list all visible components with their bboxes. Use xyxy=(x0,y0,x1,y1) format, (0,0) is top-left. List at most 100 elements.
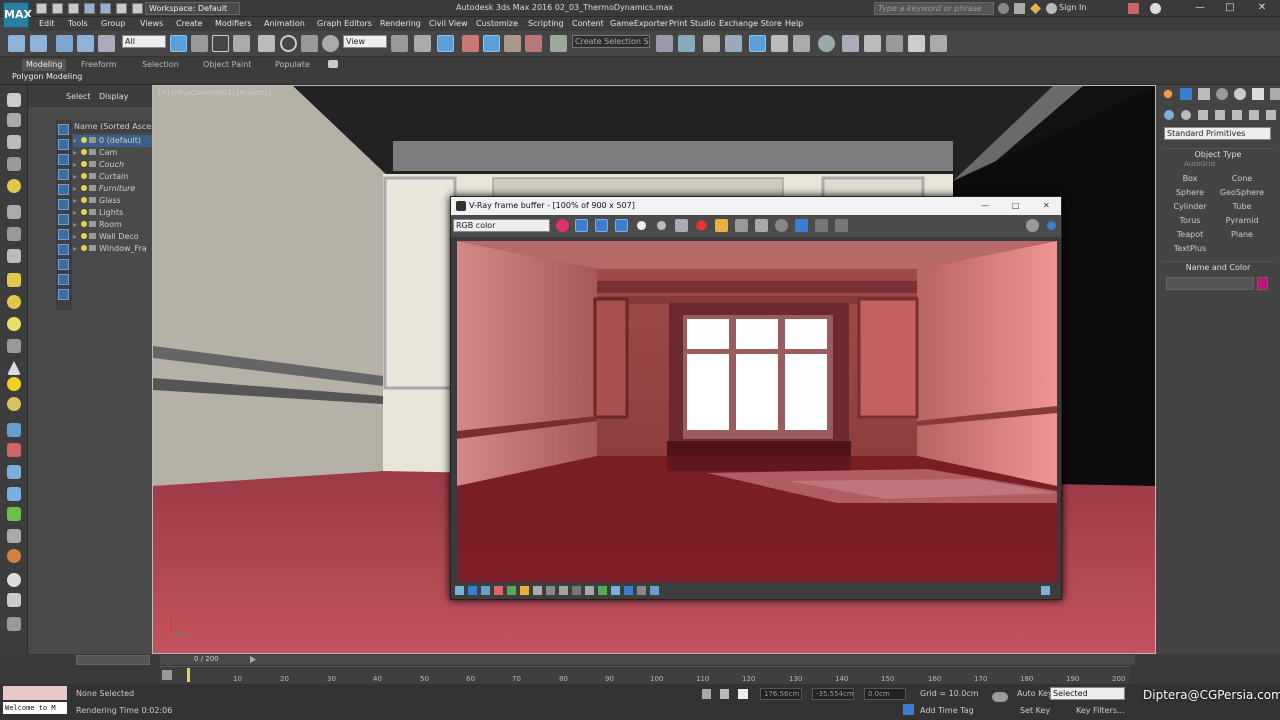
utilities-panel-icon[interactable] xyxy=(1252,88,1264,100)
workspace-dropdown[interactable]: Workspace: Default xyxy=(145,2,240,15)
list-icon[interactable] xyxy=(7,135,21,149)
object-type-rollout[interactable]: Object Type xyxy=(1162,148,1274,159)
ab-compare-icon[interactable] xyxy=(650,586,659,595)
key-filters-button[interactable]: Key Filters... xyxy=(1076,706,1125,715)
pixel-info-icon[interactable] xyxy=(546,586,555,595)
menu-exchange-store[interactable]: Exchange Store xyxy=(719,19,782,28)
mini-curve-editor-icon[interactable] xyxy=(162,670,172,680)
exchange-icon[interactable] xyxy=(1128,3,1139,14)
menu-civil-view[interactable]: Civil View xyxy=(429,19,468,28)
list-item[interactable]: ▸ Room xyxy=(73,219,152,231)
auto-key-button[interactable]: Auto Key xyxy=(1017,689,1053,698)
menu-modifiers[interactable]: Modifiers xyxy=(215,19,252,28)
create-panel-icon[interactable] xyxy=(1163,89,1173,99)
list-item[interactable]: ▸ Couch xyxy=(73,159,152,171)
explorer-filter-icon[interactable] xyxy=(58,154,69,165)
app-logo-button[interactable]: MAX xyxy=(3,2,32,28)
duplicate-to-mfb-icon[interactable] xyxy=(735,219,748,232)
light-bulb-icon[interactable] xyxy=(81,209,87,215)
select-manipulate-icon[interactable] xyxy=(414,35,431,52)
region-render-icon[interactable] xyxy=(775,219,788,232)
window-crossing-icon[interactable] xyxy=(233,35,250,52)
menu-group[interactable]: Group xyxy=(101,19,125,28)
menu-animation[interactable]: Animation xyxy=(264,19,305,28)
angle-snap-icon[interactable] xyxy=(483,35,500,52)
geometry-icon[interactable] xyxy=(1164,110,1174,120)
explorer-filter-icon[interactable] xyxy=(58,259,69,270)
shapes-icon[interactable] xyxy=(1181,110,1191,120)
a360-render-icon[interactable] xyxy=(930,35,947,52)
primitive-type-dropdown[interactable]: Standard Primitives xyxy=(1164,127,1271,140)
sphere-button[interactable]: Sphere xyxy=(1164,186,1216,199)
render-production-icon[interactable] xyxy=(886,35,903,52)
tab-populate[interactable]: Populate xyxy=(271,59,314,71)
y-coordinate-field[interactable]: -35.554cm xyxy=(812,688,854,700)
teapot-button[interactable]: Teapot xyxy=(1164,228,1216,241)
mirror-icon[interactable] xyxy=(656,35,673,52)
expand-triangle-icon[interactable]: ▸ xyxy=(73,231,81,243)
list-item[interactable]: ▸ Glass xyxy=(73,195,152,207)
expand-triangle-icon[interactable]: ▸ xyxy=(73,159,81,171)
material-editor-icon[interactable] xyxy=(818,35,835,52)
history-icon[interactable] xyxy=(585,586,594,595)
placement-icon[interactable] xyxy=(322,35,339,52)
cameras-icon[interactable] xyxy=(1215,110,1225,120)
schematic-view-icon[interactable] xyxy=(793,35,810,52)
explorer-filter-icon[interactable] xyxy=(58,124,69,135)
subscription-icon[interactable] xyxy=(1014,3,1025,14)
light-bulb-icon[interactable] xyxy=(81,233,87,239)
tab-modeling[interactable]: Modeling xyxy=(22,59,67,71)
layers-icon[interactable] xyxy=(7,157,21,171)
list-item[interactable]: ▸ Cam xyxy=(73,147,152,159)
list-item[interactable]: ▸ Curtain xyxy=(73,171,152,183)
curve-editor-icon[interactable] xyxy=(771,35,788,52)
rotate-icon[interactable] xyxy=(280,35,297,52)
menu-graph-editors[interactable]: Graph Editors xyxy=(317,19,372,28)
menu-rendering[interactable]: Rendering xyxy=(380,19,421,28)
bone-filter-icon[interactable] xyxy=(7,397,21,411)
rendered-frame-window-icon[interactable] xyxy=(864,35,881,52)
menu-create[interactable]: Create xyxy=(176,19,203,28)
unlink-icon[interactable] xyxy=(77,35,94,52)
redo-icon[interactable] xyxy=(100,3,111,14)
light-bulb-icon[interactable] xyxy=(81,161,87,167)
close-button[interactable]: ✕ xyxy=(1248,1,1276,15)
list-item[interactable]: ▸ Furniture xyxy=(73,183,152,195)
time-slider-track[interactable] xyxy=(160,655,1135,665)
current-frame-marker[interactable] xyxy=(187,668,190,682)
ribbon-panel-label[interactable]: Polygon Modeling xyxy=(12,72,82,81)
lock-selection-icon[interactable] xyxy=(702,689,711,699)
explorer-filter-icon[interactable] xyxy=(58,139,69,150)
sun-icon[interactable] xyxy=(7,377,21,391)
explorer-scroll-track[interactable] xyxy=(76,655,150,665)
reference-coordinate-dropdown[interactable]: View xyxy=(343,35,387,48)
channel-dropdown[interactable]: RGB color xyxy=(453,219,550,232)
menu-gameexporter[interactable]: GameExporter xyxy=(610,19,668,28)
key-icon[interactable] xyxy=(992,692,1008,702)
lights-filter-icon[interactable] xyxy=(7,179,21,193)
viewport-label[interactable]: [+] [PhysCamera001] [Realistic] xyxy=(158,89,271,97)
geosphere-button[interactable]: GeoSphere xyxy=(1216,186,1268,199)
textplus-button[interactable]: TextPlus xyxy=(1164,242,1216,255)
save-to-file-icon[interactable] xyxy=(675,219,688,232)
maxscript-input[interactable]: Welcome to M xyxy=(3,702,67,714)
expand-triangle-icon[interactable]: ▸ xyxy=(73,207,81,219)
plane-button[interactable]: Plane xyxy=(1216,228,1268,241)
stop-render-icon[interactable] xyxy=(835,219,848,232)
user-icon[interactable] xyxy=(1046,3,1057,14)
explorer-filter-icon[interactable] xyxy=(58,214,69,225)
light-bulb-icon[interactable] xyxy=(81,185,87,191)
pyramid-button[interactable]: Pyramid xyxy=(1216,214,1268,227)
menu-edit[interactable]: Edit xyxy=(39,19,55,28)
name-and-color-rollout[interactable]: Name and Color xyxy=(1162,261,1274,272)
z-coordinate-field[interactable]: 0.0cm xyxy=(864,688,906,700)
list-item[interactable]: ▸ Wall Deco xyxy=(73,231,152,243)
cone-button[interactable]: Cone xyxy=(1216,172,1268,185)
test-resolution-icon[interactable] xyxy=(611,586,620,595)
vfb-maximize-button[interactable]: □ xyxy=(1012,197,1020,215)
expand-triangle-icon[interactable]: ▸ xyxy=(73,195,81,207)
lights-icon[interactable] xyxy=(1198,110,1208,120)
explorer-filter-icon[interactable] xyxy=(58,274,69,285)
redo-icon[interactable] xyxy=(30,35,47,52)
expand-triangle-icon[interactable]: ▸ xyxy=(73,183,81,195)
